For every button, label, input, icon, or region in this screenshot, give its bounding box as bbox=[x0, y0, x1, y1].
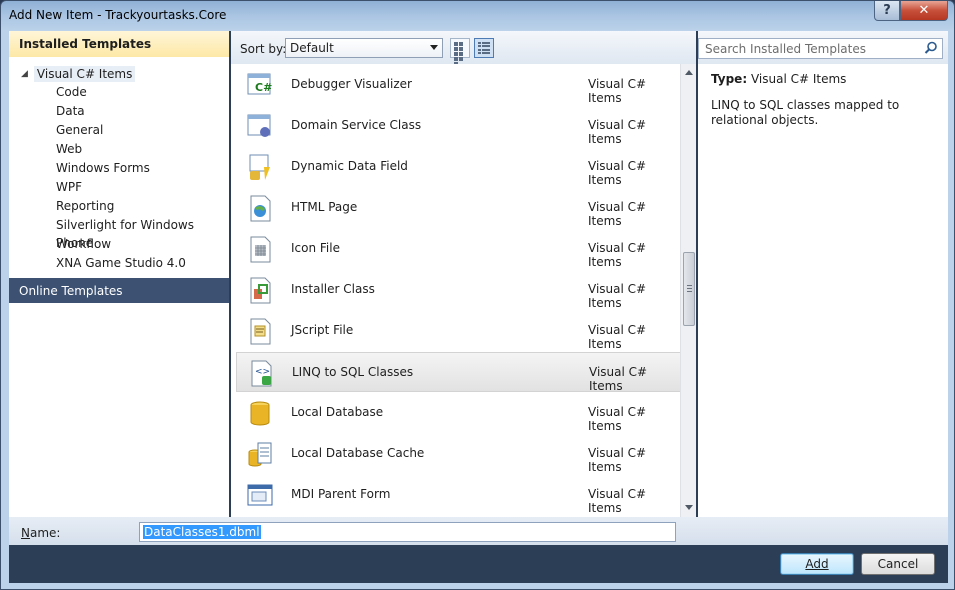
online-templates-header[interactable]: Online Templates bbox=[9, 278, 229, 303]
add-new-item-dialog: Add New Item - Trackyourtasks.Core ? ✕ I… bbox=[0, 0, 955, 590]
template-item-name: Dynamic Data Field bbox=[291, 159, 408, 173]
template-item-html-page[interactable]: HTML Page Visual C# Items bbox=[236, 188, 681, 228]
window-title: Add New Item - Trackyourtasks.Core bbox=[9, 8, 227, 22]
template-item-category: Visual C# Items bbox=[588, 200, 647, 228]
search-icon[interactable] bbox=[924, 41, 938, 55]
linq-to-sql-icon: <> bbox=[251, 360, 272, 387]
template-item-name: Domain Service Class bbox=[291, 118, 422, 132]
close-icon: ✕ bbox=[918, 3, 930, 18]
help-button[interactable]: ? bbox=[874, 1, 900, 21]
template-item-name: MDI Parent Form bbox=[291, 487, 391, 501]
tree-node-label: Visual C# Items bbox=[33, 66, 136, 82]
tree-node-data[interactable]: Data bbox=[56, 102, 85, 120]
template-list-scrollbar[interactable] bbox=[680, 64, 696, 517]
sort-by-dropdown[interactable]: Default bbox=[285, 38, 443, 58]
template-item-local-database[interactable]: Local Database Visual C# Items bbox=[236, 393, 681, 433]
type-label: Type: bbox=[711, 72, 748, 86]
template-item-name: Icon File bbox=[291, 241, 340, 255]
small-icons-view-button[interactable] bbox=[450, 38, 470, 66]
cancel-button[interactable]: Cancel bbox=[861, 553, 935, 575]
template-item-installer-class[interactable]: Installer Class Visual C# Items bbox=[236, 270, 681, 310]
template-item-jscript-file[interactable]: JScript File Visual C# Items bbox=[236, 311, 681, 351]
chevron-down-icon bbox=[430, 45, 438, 50]
mdi-parent-form-icon bbox=[247, 484, 273, 506]
template-item-category: Visual C# Items bbox=[588, 405, 647, 433]
dynamic-data-icon bbox=[249, 154, 270, 180]
expand-arrow-icon[interactable]: ◢ bbox=[21, 69, 28, 79]
template-item-local-database-cache[interactable]: Local Database Cache Visual C# Items bbox=[236, 434, 681, 474]
template-item-name: LINQ to SQL Classes bbox=[292, 365, 414, 379]
template-description: LINQ to SQL classes mapped to relational… bbox=[711, 98, 900, 127]
template-details-pane: Type: Visual C# Items LINQ to SQL classe… bbox=[698, 64, 948, 517]
details-view-button[interactable] bbox=[474, 38, 494, 58]
template-item-name: Installer Class bbox=[291, 282, 375, 296]
icon-file-icon bbox=[250, 236, 271, 263]
template-item-category: Visual C# Items bbox=[588, 77, 647, 105]
scroll-thumb[interactable] bbox=[683, 252, 695, 326]
search-placeholder: Search Installed Templates bbox=[705, 42, 866, 56]
template-item-name: HTML Page bbox=[291, 200, 358, 214]
cancel-button-label: Cancel bbox=[877, 557, 919, 571]
jscript-file-icon bbox=[250, 318, 271, 345]
list-toolbar: Sort by: Default bbox=[231, 31, 696, 66]
template-list: C# Debugger Visualizer Visual C# Items Doma… bbox=[231, 64, 696, 517]
add-button[interactable]: Add bbox=[780, 553, 854, 575]
html-page-icon bbox=[250, 195, 271, 222]
svg-text:<>: <> bbox=[255, 367, 270, 377]
type-value: Visual C# Items bbox=[750, 72, 847, 86]
scroll-up-icon[interactable] bbox=[685, 70, 693, 75]
name-field-value: DataClasses1.dbml bbox=[143, 525, 261, 539]
tree-node-wpf[interactable]: WPF bbox=[56, 178, 82, 196]
dialog-client-area: Installed Templates ◢ Visual C# Items Co… bbox=[9, 31, 948, 583]
template-item-category: Visual C# Items bbox=[588, 159, 647, 187]
local-database-cache-icon bbox=[248, 442, 272, 467]
installer-class-icon bbox=[250, 277, 271, 304]
template-item-category: Visual C# Items bbox=[589, 365, 648, 393]
template-item-icon-file[interactable]: Icon File Visual C# Items bbox=[236, 229, 681, 269]
template-item-mdi-parent-form[interactable]: MDI Parent Form Visual C# Items bbox=[236, 475, 681, 515]
tree-node-xna-game-studio-4-0[interactable]: XNA Game Studio 4.0 bbox=[56, 254, 186, 272]
local-database-icon bbox=[250, 401, 270, 426]
installed-templates-header[interactable]: Installed Templates bbox=[9, 31, 229, 57]
tree-node-reporting[interactable]: Reporting bbox=[56, 197, 114, 215]
template-item-linq-to-sql-classes[interactable]: <> LINQ to SQL Classes Visual C# Items bbox=[236, 352, 681, 393]
template-item-domain-service-class[interactable]: Domain Service Class Visual C# Items bbox=[236, 106, 681, 146]
title-bar[interactable]: Add New Item - Trackyourtasks.Core ? ✕ bbox=[1, 1, 954, 29]
template-categories-pane: Installed Templates ◢ Visual C# Items Co… bbox=[9, 31, 229, 517]
template-item-name: Local Database bbox=[291, 405, 384, 419]
name-bar: Name: DataClasses1.dbml bbox=[9, 517, 948, 545]
search-input[interactable]: Search Installed Templates bbox=[698, 38, 943, 59]
add-button-label: Add bbox=[805, 557, 829, 571]
tree-node-workflow[interactable]: Workflow bbox=[56, 235, 111, 253]
close-button[interactable]: ✕ bbox=[900, 1, 948, 21]
tree-node-general[interactable]: General bbox=[56, 121, 103, 139]
tree-node-silverlight-for-windows-phone[interactable]: Silverlight for Windows Phone bbox=[56, 216, 229, 250]
debugger-visualizer-icon: C# bbox=[247, 73, 272, 95]
tree-node-visual-csharp-items[interactable]: ◢ Visual C# Items bbox=[21, 65, 136, 83]
template-item-category: Visual C# Items bbox=[588, 323, 647, 351]
template-item-debugger-visualizer[interactable]: C# Debugger Visualizer Visual C# Items bbox=[236, 65, 681, 105]
tree-node-windows-forms[interactable]: Windows Forms bbox=[56, 159, 150, 177]
sort-by-value: Default bbox=[290, 41, 334, 55]
type-line: Type: Visual C# Items bbox=[711, 72, 935, 86]
name-field[interactable]: DataClasses1.dbml bbox=[139, 522, 676, 542]
sort-by-label: Sort by: bbox=[240, 42, 287, 56]
template-item-category: Visual C# Items bbox=[588, 446, 647, 474]
svg-text:C#: C# bbox=[255, 81, 272, 94]
template-item-name: Debugger Visualizer bbox=[291, 77, 412, 91]
left-pane-empty bbox=[9, 303, 229, 517]
scroll-down-icon[interactable] bbox=[685, 505, 693, 510]
template-item-category: Visual C# Items bbox=[588, 241, 647, 269]
template-item-name: JScript File bbox=[291, 323, 354, 337]
domain-service-icon bbox=[247, 114, 271, 137]
name-label: Name: bbox=[21, 526, 61, 540]
tree-node-code[interactable]: Code bbox=[56, 83, 87, 101]
template-item-name: Local Database Cache bbox=[291, 446, 425, 460]
template-item-category: Visual C# Items bbox=[588, 118, 647, 146]
template-item-dynamic-data-field[interactable]: Dynamic Data Field Visual C# Items bbox=[236, 147, 681, 187]
template-item-category: Visual C# Items bbox=[588, 487, 647, 515]
tree-node-web[interactable]: Web bbox=[56, 140, 82, 158]
template-item-category: Visual C# Items bbox=[588, 282, 647, 310]
